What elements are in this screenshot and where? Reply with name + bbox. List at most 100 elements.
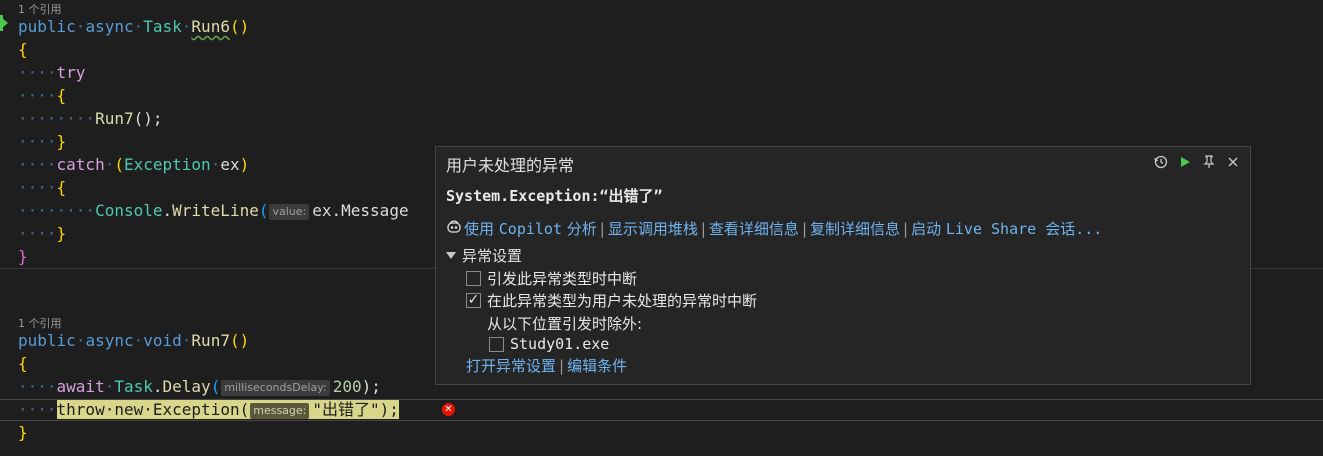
brace: { [56,86,67,105]
link-separator: | [700,219,706,238]
code-line-call-run7[interactable]: ········Run7(); [18,108,163,130]
link-text: 启动 [911,220,946,238]
except-from-label: 从以下位置引发时除外: [487,313,642,334]
footer-links: 打开异常设置 | 编辑条件 [466,355,627,376]
brace: { [18,40,28,59]
keyword-new: new [114,400,144,419]
paren: ( [258,201,269,220]
collapse-triangle-icon[interactable] [446,252,456,259]
link-text: Live Share [945,220,1037,238]
link-text: Copilot [498,220,562,238]
link-separator: | [801,219,807,238]
type-task: Task [143,17,182,36]
code-line[interactable]: ····} [18,223,66,245]
brace: { [56,178,67,197]
keyword-void: void [143,331,182,350]
brace: } [18,423,28,442]
inlay-hint-value: value: [269,204,310,220]
view-details-link[interactable]: 查看详细信息 [709,218,799,239]
inlay-hint-milliseconds-delay: millisecondsDelay: [221,380,330,396]
brace: } [18,247,28,266]
code-line-run7-signature[interactable]: public·async·void·Run7() [18,330,249,352]
inlay-hint-message: message: [250,403,310,419]
show-call-stack-link[interactable]: 显示调用堆栈 [608,218,698,239]
history-icon[interactable] [1152,153,1170,171]
punctuation: ); [361,377,381,396]
close-icon[interactable] [1224,153,1242,171]
link-separator: | [599,219,605,238]
string-literal: "出错了" [312,400,380,419]
popup-title: 用户未处理的异常 [446,156,575,175]
code-line-throw[interactable]: ····throw·new·Exception(message: "出错了"); [18,399,399,421]
brace: } [56,132,67,151]
codelens-references-run7[interactable]: 1 个引用 [18,315,62,331]
copy-details-link[interactable]: 复制详细信息 [810,218,900,239]
exception-helper-popup[interactable]: 用户未处理的异常 System.Exception:“出错了” 使用 Copil… [435,146,1251,385]
code-line[interactable]: ····{ [18,85,66,107]
type-console: Console [95,201,163,220]
action-links: 使用 Copilot 分析 | 显示调用堆栈 | 查看详细信息 | 复制详细信息… [446,218,1102,239]
option-label: 在此异常类型为用户未处理的异常时中断 [487,292,758,310]
open-exception-settings-link[interactable]: 打开异常设置 [466,355,556,376]
code-line[interactable]: ····{ [18,177,66,199]
keyword-throw: throw [56,400,105,419]
punctuation: (); [133,109,163,128]
code-line[interactable]: ····} [18,131,66,153]
code-line[interactable]: } [18,422,28,444]
module-checkbox[interactable] [489,336,504,352]
parens: () [229,17,250,36]
break-when-unhandled-option[interactable]: ✓ 在此异常类型为用户未处理的异常时中断 [466,290,757,311]
link-text: 会话... [1036,220,1103,238]
number-literal: 200 [332,377,362,396]
keyword-catch: catch [56,155,105,174]
code-line[interactable]: { [18,39,28,61]
keyword-async: async [85,17,134,36]
type-exception: Exception [123,155,211,174]
continue-icon[interactable] [1176,153,1194,171]
module-exception-option[interactable]: Study01.exe [489,335,609,353]
code-line-catch[interactable]: ····catch·(Exception·ex) [18,154,249,176]
paren: ( [114,155,124,174]
start-live-share-link[interactable]: 启动 Live Share 会话... [911,218,1102,239]
paren: ) [239,155,250,174]
method-name-run7[interactable]: Run7 [191,331,230,350]
error-icon[interactable]: ✕ [442,403,455,416]
option-label: 从以下位置引发时除外: [487,315,643,333]
method-name-run6[interactable]: Run6 [191,17,230,36]
codelens-references-run6[interactable]: 1 个引用 [18,1,62,17]
break-when-thrown-option[interactable]: 引发此异常类型时中断 [466,268,637,289]
exception-message: System.Exception:“出错了” [446,187,663,205]
paren: ( [239,400,250,419]
code-line-run6-signature[interactable]: public·async·Task·Run6() [18,16,249,38]
parens: () [229,331,250,350]
keyword-try: try [56,63,86,82]
option-label: 引发此异常类型时中断 [487,270,638,288]
method-call-run7: Run7 [95,109,134,128]
paren: ( [210,377,221,396]
edit-conditions-link[interactable]: 编辑条件 [567,355,627,376]
popup-toolbar [1152,153,1242,171]
link-separator: | [903,219,909,238]
method-delay: Delay [162,377,211,396]
keyword-async: async [85,331,134,350]
exception-settings-header[interactable]: 异常设置 [446,245,522,266]
current-statement-arrow-icon [2,18,8,28]
link-separator: | [559,356,565,375]
code-line[interactable]: } [18,246,28,268]
break-when-unhandled-checkbox[interactable]: ✓ [466,293,481,308]
break-when-thrown-checkbox[interactable] [466,271,481,286]
section-title: 异常设置 [462,247,523,265]
code-line-try[interactable]: ····try [18,62,85,84]
brace: } [56,224,67,243]
code-line[interactable]: { [18,353,28,375]
argument-ex-message: ex.Message [312,201,409,220]
pin-icon[interactable] [1200,153,1218,171]
code-line-writeline[interactable]: ········Console.WriteLine(value: ex.Messa… [18,200,409,222]
keyword-await: await [56,377,105,396]
code-line-await-delay[interactable]: ····await·Task.Delay(millisecondsDelay: 2… [18,376,381,398]
brace: { [18,354,28,373]
link-text: 使用 [464,220,499,238]
copilot-icon [446,219,462,238]
module-name: Study01.exe [510,335,610,353]
analyze-with-copilot-link[interactable]: 使用 Copilot 分析 [464,218,597,239]
